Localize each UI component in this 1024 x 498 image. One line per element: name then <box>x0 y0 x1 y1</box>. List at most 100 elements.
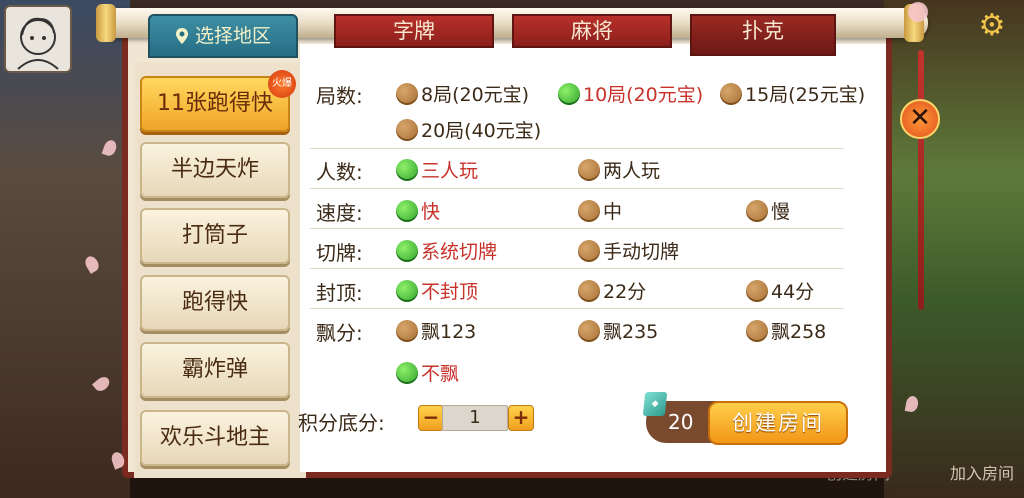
background-right-scene <box>884 0 1024 498</box>
rounds-option-15[interactable]: 15局(25元宝) <box>720 80 865 107</box>
join-room-button[interactable]: 加入房间 <box>950 460 1014 484</box>
cap-option-none[interactable]: 不封顶 <box>396 277 478 304</box>
cap-option-44[interactable]: 44分 <box>746 277 814 304</box>
background-left-scene <box>0 0 130 498</box>
players-option-three[interactable]: 三人玩 <box>396 156 478 183</box>
float-option-258[interactable]: 飘258 <box>746 317 826 344</box>
base-score-minus-button[interactable]: − <box>418 405 444 431</box>
players-option-two[interactable]: 两人玩 <box>578 156 660 183</box>
rounds-option-8[interactable]: 8局(20元宝) <box>396 80 529 107</box>
radio-selected-icon <box>396 159 418 181</box>
option-text: 系统切牌 <box>421 241 498 263</box>
float-label: 飘分: <box>316 321 363 345</box>
float-option-123[interactable]: 飘123 <box>396 317 476 344</box>
game-label: 半边天炸 <box>170 157 259 182</box>
rounds-label: 局数: <box>316 84 363 108</box>
game-label: 打筒子 <box>181 223 248 248</box>
radio-icon <box>746 320 768 342</box>
option-text: 飘123 <box>421 321 477 343</box>
ingot-currency-icon: ◆ <box>642 392 668 416</box>
divider <box>310 148 844 149</box>
radio-icon <box>578 240 600 262</box>
speed-option-slow[interactable]: 慢 <box>746 197 790 224</box>
speed-label: 速度: <box>316 201 363 225</box>
option-text: 22分 <box>603 281 647 303</box>
game-paodekuai[interactable]: 跑得快 <box>140 275 290 331</box>
option-text: 中 <box>603 201 623 223</box>
option-text: 飘235 <box>603 321 659 343</box>
option-text: 慢 <box>771 201 791 223</box>
game-label: 欢乐斗地主 <box>159 425 270 450</box>
option-text: 三人玩 <box>421 160 479 182</box>
location-pin-icon <box>175 28 188 44</box>
radio-icon <box>578 159 600 181</box>
option-text: 手动切牌 <box>603 241 680 263</box>
game-11-paodekuai[interactable]: 11张跑得快 火爆 <box>140 70 296 132</box>
divider <box>310 228 844 229</box>
game-label: 霸炸弹 <box>181 357 248 382</box>
decorative-ribbon <box>918 50 924 310</box>
game-banbiantianzha[interactable]: 半边天炸 <box>140 142 290 198</box>
tab-poker[interactable]: 扑克 <box>690 14 836 56</box>
hot-badge: 火爆 <box>268 70 296 98</box>
radio-icon <box>578 200 600 222</box>
game-label: 11张跑得快 <box>157 91 273 116</box>
avatar-illustration <box>17 17 59 70</box>
speed-option-medium[interactable]: 中 <box>578 197 622 224</box>
radio-icon <box>396 320 418 342</box>
radio-icon <box>746 280 768 302</box>
radio-icon <box>720 83 742 105</box>
game-bazhadan[interactable]: 霸炸弹 <box>140 342 290 398</box>
radio-icon <box>396 119 418 141</box>
option-text: 15局(25元宝) <box>745 84 866 106</box>
game-datongzi[interactable]: 打筒子 <box>140 208 290 264</box>
option-text: 8局(20元宝) <box>421 84 530 106</box>
radio-selected-icon <box>396 200 418 222</box>
radio-icon <box>578 280 600 302</box>
rounds-option-20[interactable]: 20局(40元宝) <box>396 116 541 143</box>
option-text: 20局(40元宝) <box>421 120 542 142</box>
tab-zipai[interactable]: 字牌 <box>334 14 494 48</box>
settings-gear-icon[interactable]: ⚙ <box>974 8 1010 44</box>
option-text: 两人玩 <box>603 160 661 182</box>
scroll-rod-cap-left <box>96 4 116 42</box>
base-score-value: 1 <box>442 405 508 431</box>
base-score-plus-button[interactable]: + <box>508 405 534 431</box>
radio-selected-icon <box>558 83 580 105</box>
select-region-label: 选择地区 <box>194 25 271 47</box>
option-text: 不封顶 <box>421 281 479 303</box>
user-avatar[interactable] <box>4 5 72 73</box>
divider <box>310 188 844 189</box>
base-score-label: 积分底分: <box>298 411 385 435</box>
select-region-tab[interactable]: 选择地区 <box>148 14 298 58</box>
radio-selected-icon <box>396 362 418 384</box>
room-cost-value: 20 <box>668 410 694 434</box>
close-icon[interactable]: ✕ <box>900 99 940 139</box>
shuffle-option-system[interactable]: 系统切牌 <box>396 237 497 264</box>
radio-selected-icon <box>396 280 418 302</box>
shuffle-label: 切牌: <box>316 241 363 265</box>
float-option-none[interactable]: 不飘 <box>396 359 459 386</box>
divider <box>310 268 844 269</box>
option-text: 飘258 <box>771 321 827 343</box>
cap-option-22[interactable]: 22分 <box>578 277 646 304</box>
tab-mahjong[interactable]: 麻将 <box>512 14 672 48</box>
radio-selected-icon <box>396 240 418 262</box>
game-huanle-doudizhu[interactable]: 欢乐斗地主 <box>140 410 290 466</box>
float-option-235[interactable]: 飘235 <box>578 317 658 344</box>
shuffle-option-manual[interactable]: 手动切牌 <box>578 237 679 264</box>
divider <box>310 308 844 309</box>
radio-icon <box>746 200 768 222</box>
game-label: 跑得快 <box>181 290 248 315</box>
option-text: 44分 <box>771 281 815 303</box>
players-label: 人数: <box>316 160 363 184</box>
create-room-button[interactable]: 创建房间 <box>708 401 848 445</box>
radio-icon <box>396 83 418 105</box>
option-text: 快 <box>421 201 441 223</box>
radio-icon <box>578 320 600 342</box>
speed-option-fast[interactable]: 快 <box>396 197 440 224</box>
rounds-option-10[interactable]: 10局(20元宝) <box>558 80 703 107</box>
cap-label: 封顶: <box>316 281 363 305</box>
option-text: 10局(20元宝) <box>583 84 704 106</box>
flower-decoration <box>908 2 928 22</box>
